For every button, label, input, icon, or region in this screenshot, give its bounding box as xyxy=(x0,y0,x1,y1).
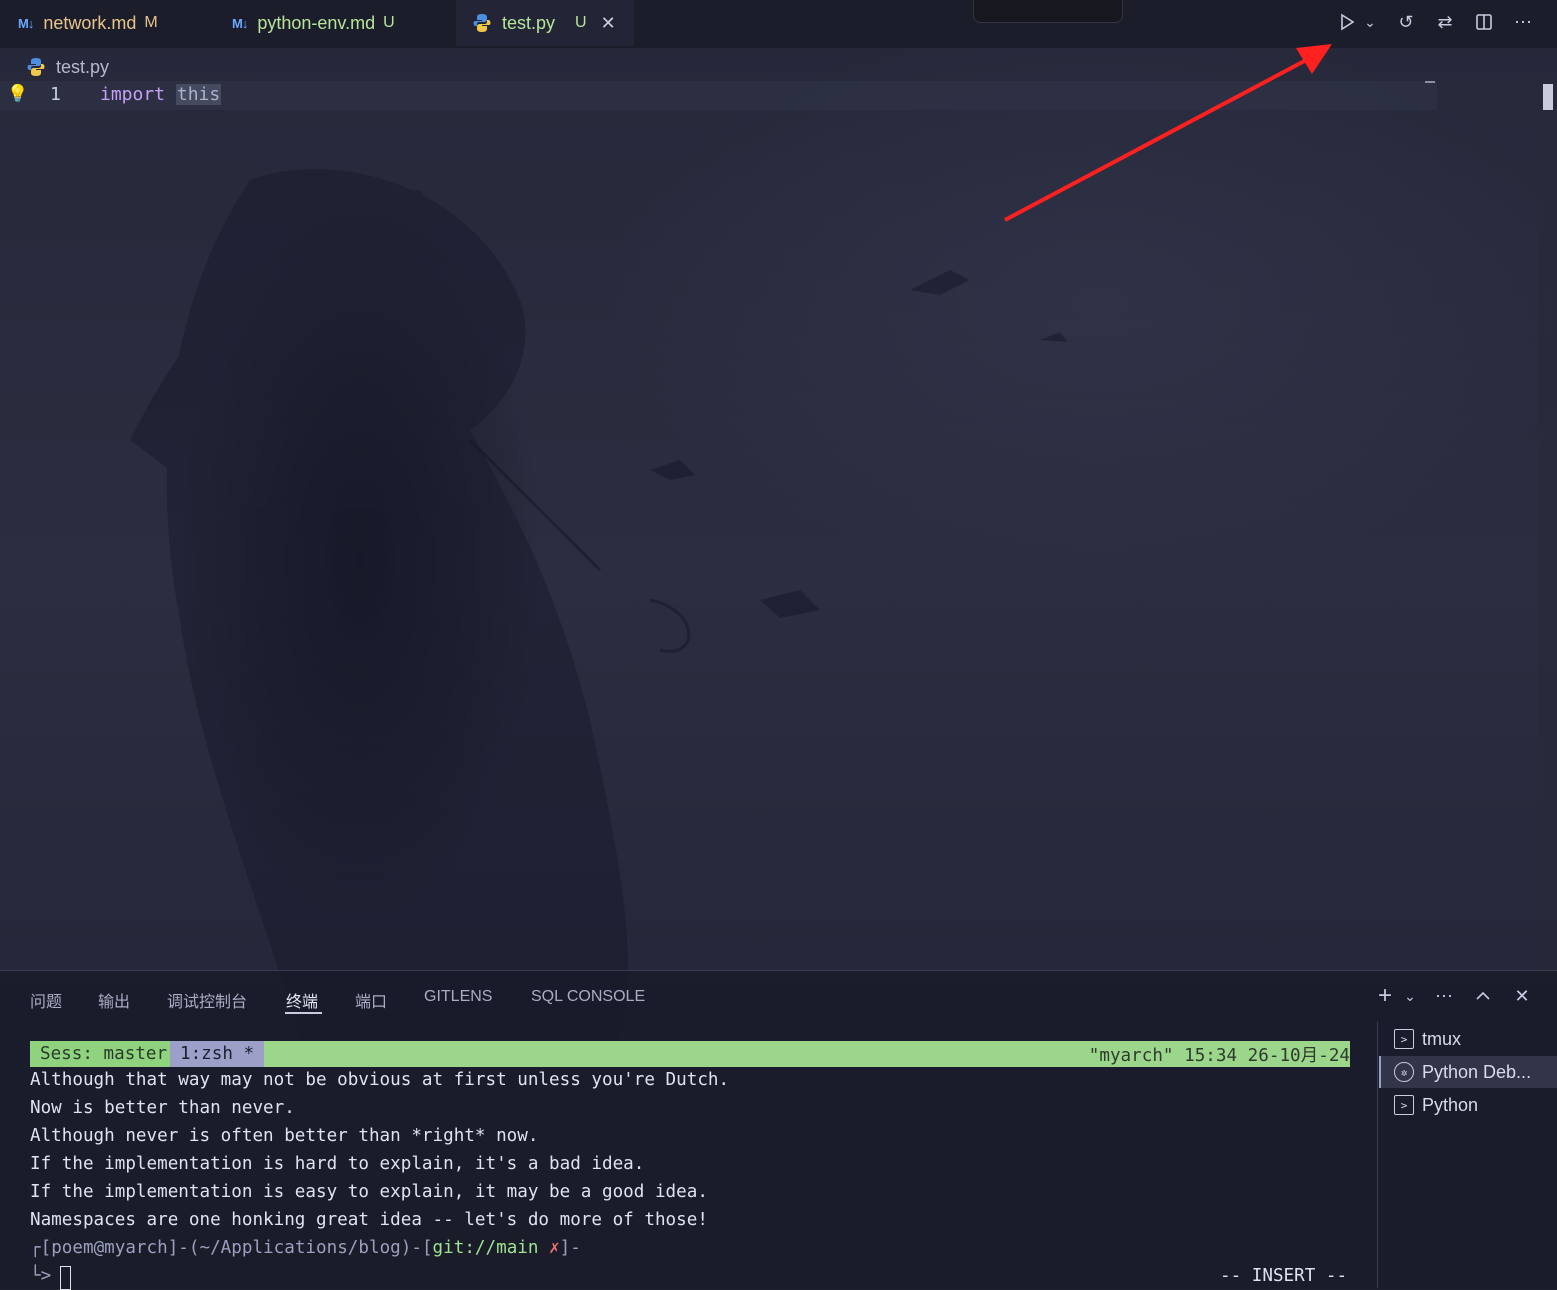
tmux-window: 1:zsh * xyxy=(170,1041,265,1067)
tab-debug-console[interactable]: 调试控制台 xyxy=(167,988,247,1012)
tab-output[interactable]: 输出 xyxy=(98,988,130,1012)
tab-label: network.md xyxy=(43,12,137,33)
split-editor-icon[interactable] xyxy=(1470,8,1498,36)
tab-gitlens[interactable]: GITLENS xyxy=(424,988,492,1006)
minimap[interactable] xyxy=(1425,81,1435,83)
command-center[interactable] xyxy=(973,0,1123,23)
terminal-list-item-python[interactable]: > Python xyxy=(1379,1089,1557,1121)
lightbulb-icon[interactable]: 💡 xyxy=(7,84,28,104)
tab-status-badge: M xyxy=(144,14,158,31)
active-tab-indicator xyxy=(285,1012,322,1014)
code-keyword: import xyxy=(100,84,166,105)
terminal-line: Although never is often better than *rig… xyxy=(30,1126,539,1146)
shell-prompt-continuation: └> xyxy=(30,1266,52,1286)
breadcrumb-file[interactable]: test.py xyxy=(56,57,109,78)
tab-sql-console[interactable]: SQL CONSOLE xyxy=(531,988,645,1006)
prompt-host: myarch xyxy=(104,1238,168,1258)
run-icon[interactable] xyxy=(1333,8,1361,36)
close-icon[interactable]: ✕ xyxy=(1510,984,1534,1008)
tab-ports[interactable]: 端口 xyxy=(355,988,387,1012)
code-module: this xyxy=(175,84,222,105)
terminal-line: If the implementation is easy to explain… xyxy=(30,1182,708,1202)
terminal-list-item-python-debug[interactable]: ✲ Python Deb... xyxy=(1379,1056,1557,1088)
shell-prompt: ┌[poem@myarch]-(~/Applications/blog)-[gi… xyxy=(30,1238,581,1258)
tmux-session: Sess: master xyxy=(30,1041,178,1067)
tab-status-badge: U xyxy=(575,14,587,31)
terminal-list-item-tmux[interactable]: > tmux xyxy=(1379,1023,1557,1055)
tab-terminal[interactable]: 终端 xyxy=(286,988,318,1012)
markdown-icon: M↓ xyxy=(232,15,248,31)
terminal-line: Although that way may not be obvious at … xyxy=(30,1070,730,1090)
maximize-panel-icon[interactable] xyxy=(1471,984,1495,1008)
prompt-user: poem xyxy=(51,1238,94,1258)
terminal-list-label: tmux xyxy=(1422,1028,1462,1049)
markdown-icon: M↓ xyxy=(18,15,34,31)
python-icon xyxy=(27,58,45,76)
editor-scrollbar[interactable] xyxy=(1538,81,1557,970)
compare-changes-icon[interactable]: ⇄ xyxy=(1431,8,1459,36)
chevron-down-icon[interactable]: ⌄ xyxy=(1398,984,1422,1008)
terminal-icon: > xyxy=(1394,1095,1414,1115)
tab-python-env-md[interactable]: M↓ python-env.md U xyxy=(232,0,395,46)
add-terminal-icon[interactable]: + xyxy=(1373,982,1397,1009)
terminal-line: Namespaces are one honking great idea --… xyxy=(30,1210,708,1230)
more-actions-icon[interactable]: ⋯ xyxy=(1509,8,1537,36)
tab-problems[interactable]: 问题 xyxy=(30,988,62,1012)
code-line[interactable]: import this xyxy=(100,84,222,105)
terminal-list-label: Python Deb... xyxy=(1422,1061,1532,1082)
more-actions-icon[interactable]: ⋯ xyxy=(1432,984,1456,1008)
tab-status-badge: U xyxy=(383,14,395,31)
prompt-git: git://main xyxy=(432,1238,539,1258)
tab-label: test.py xyxy=(502,12,556,33)
debug-icon: ✲ xyxy=(1394,1062,1414,1082)
editor-scrollbar-thumb[interactable] xyxy=(1543,84,1553,110)
close-icon[interactable]: ✕ xyxy=(601,13,616,34)
terminal-cursor[interactable] xyxy=(60,1266,71,1290)
line-number: 1 xyxy=(50,84,61,105)
python-icon xyxy=(473,14,491,32)
tmux-status-right: "myarch" 15:34 26-10月-24 xyxy=(1088,1045,1350,1066)
history-icon[interactable]: ↺ xyxy=(1392,8,1420,36)
tab-test-py[interactable]: test.py U ✕ xyxy=(456,0,634,46)
terminal-list-divider xyxy=(1377,1022,1378,1288)
breadcrumb[interactable]: test.py xyxy=(26,54,109,80)
chevron-down-icon[interactable]: ⌄ xyxy=(1358,8,1382,36)
terminal-icon: > xyxy=(1394,1029,1414,1049)
prompt-path: ~/Applications/blog xyxy=(199,1238,401,1258)
vim-mode-indicator: -- INSERT -- xyxy=(1220,1266,1348,1286)
terminal-line: If the implementation is hard to explain… xyxy=(30,1154,645,1174)
prompt-dirty: ✗ xyxy=(549,1238,560,1258)
tab-label: python-env.md xyxy=(257,12,376,33)
tab-network-md[interactable]: M↓ network.md M xyxy=(18,0,158,46)
terminal-list-label: Python xyxy=(1422,1094,1479,1115)
terminal-line: Now is better than never. xyxy=(30,1098,295,1118)
